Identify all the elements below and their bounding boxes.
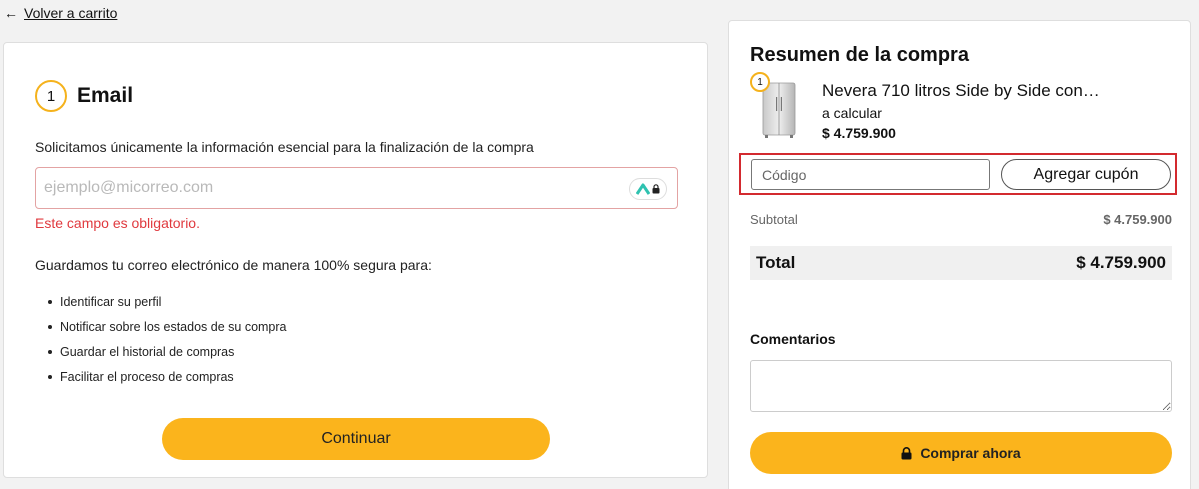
arrow-left-icon: ←: [4, 5, 18, 21]
lock-icon: [901, 446, 912, 459]
list-item: Identificar su perfil: [48, 295, 287, 320]
coupon-code-input[interactable]: [751, 159, 990, 190]
product-price: $ 4.759.900: [822, 125, 896, 141]
back-to-cart-label: Volver a carrito: [24, 5, 118, 21]
step-header: 1 Email: [35, 80, 133, 112]
email-step-panel: 1 Email Solicitamos únicamente la inform…: [3, 42, 708, 478]
subtotal-value: $ 4.759.900: [1103, 212, 1172, 227]
buy-now-button[interactable]: Comprar ahora: [750, 432, 1172, 474]
buy-now-label: Comprar ahora: [920, 445, 1021, 461]
list-item: Facilitar el proceso de compras: [48, 370, 287, 395]
password-manager-icon[interactable]: [629, 178, 667, 200]
step-number-badge: 1: [35, 80, 67, 112]
back-to-cart-link[interactable]: ← Volver a carrito: [4, 5, 117, 21]
order-summary-panel: Resumen de la compra 1 Nevera 710 litros…: [728, 20, 1191, 489]
total-row: Total $ 4.759.900: [750, 246, 1172, 280]
list-item: Notificar sobre los estados de su compra: [48, 320, 287, 345]
subtotal-row: Subtotal $ 4.759.900: [750, 212, 1172, 227]
email-field[interactable]: [35, 167, 678, 209]
total-label: Total: [756, 253, 796, 272]
benefit-list: Identificar su perfil Notificar sobre lo…: [48, 295, 287, 395]
shipping-text: a calcular: [822, 105, 882, 121]
quantity-badge: 1: [750, 72, 770, 92]
summary-title: Resumen de la compra: [750, 44, 969, 66]
continue-button[interactable]: Continuar: [162, 418, 550, 460]
comments-label: Comentarios: [750, 331, 836, 347]
manager-logo-icon: [636, 183, 650, 195]
product-name: Nevera 710 litros Side by Side con…: [822, 81, 1100, 100]
step-title: Email: [77, 84, 134, 107]
email-error-message: Este campo es obligatorio.: [35, 215, 200, 231]
secure-info-text: Guardamos tu correo electrónico de maner…: [35, 257, 432, 273]
list-item: Guardar el historial de compras: [48, 345, 287, 370]
lock-icon: [652, 184, 660, 194]
add-coupon-button[interactable]: Agregar cupón: [1001, 159, 1171, 190]
info-text: Solicitamos únicamente la información es…: [35, 139, 534, 155]
comments-textarea[interactable]: [750, 360, 1172, 412]
subtotal-label: Subtotal: [750, 212, 798, 227]
email-input[interactable]: [36, 168, 616, 208]
total-value: $ 4.759.900: [1076, 253, 1166, 272]
coupon-section: Agregar cupón: [739, 153, 1177, 195]
